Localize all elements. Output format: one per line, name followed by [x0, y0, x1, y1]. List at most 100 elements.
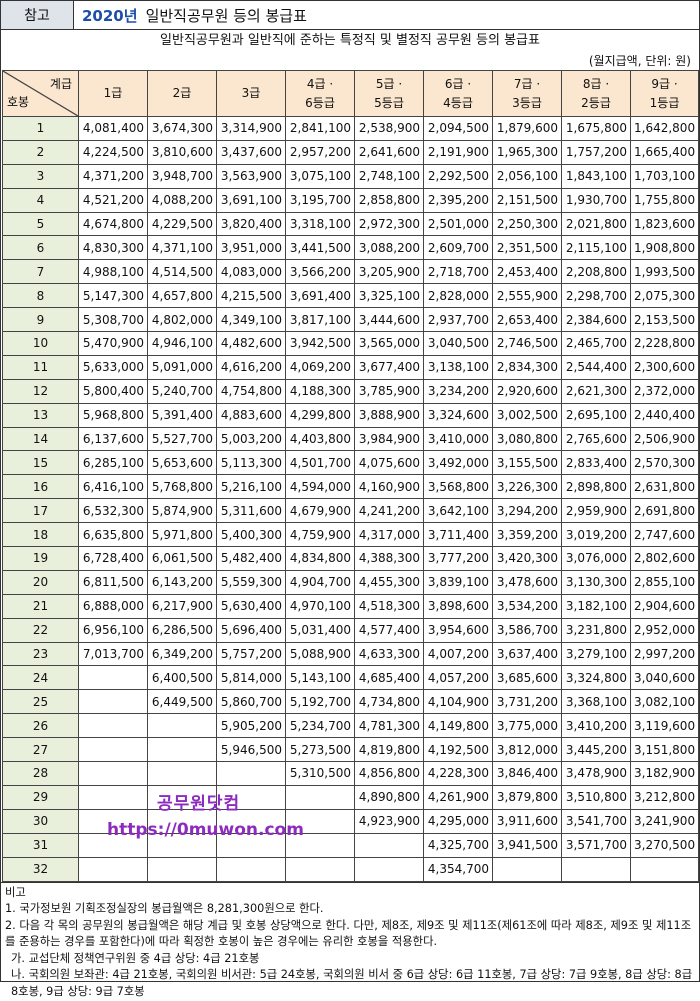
- salary-cell: 5,968,800: [78, 402, 148, 428]
- salary-cell: 2,151,500: [492, 187, 562, 213]
- salary-cell: 4,088,200: [147, 187, 217, 213]
- step-number-cell: 13: [2, 402, 79, 428]
- table-row: 22 6,956,100 6,286,500 5,696,400 5,031,400 4,…: [2, 617, 699, 643]
- column-header: 5급 · 5등급: [354, 70, 424, 117]
- table-row: 28 5,310,500 4,856,800 4,228,300 3,846,400 3,…: [2, 761, 699, 786]
- salary-cell: 2,384,600: [561, 307, 631, 333]
- salary-cell: 3,437,600: [216, 139, 286, 165]
- salary-cell: 3,195,700: [285, 187, 355, 213]
- salary-cell: [354, 856, 424, 882]
- salary-cell: 3,410,200: [561, 713, 631, 739]
- step-number-cell: 17: [2, 498, 79, 524]
- salary-cell: 4,946,100: [147, 331, 217, 356]
- salary-cell: 2,959,900: [561, 498, 631, 524]
- table-row: 10 5,470,900 4,946,100 4,482,600 3,942,500 3,…: [2, 331, 699, 356]
- salary-cell: 4,455,300: [354, 569, 424, 595]
- salary-cell: 3,441,500: [285, 235, 355, 261]
- salary-cell: 5,470,900: [78, 331, 148, 356]
- step-number-cell: 20: [2, 569, 79, 595]
- salary-cell: 4,371,200: [78, 163, 148, 189]
- salary-cell: 2,997,200: [630, 641, 699, 667]
- remarks-heading: 비고: [5, 885, 26, 899]
- salary-cell: [561, 856, 631, 882]
- salary-cell: 3,410,000: [423, 426, 493, 452]
- salary-cell: 2,250,300: [492, 211, 562, 237]
- salary-cell: 5,874,900: [147, 498, 217, 524]
- salary-cell: 4,403,800: [285, 426, 355, 452]
- salary-cell: 3,510,800: [561, 784, 631, 810]
- salary-cell: 3,212,800: [630, 784, 699, 810]
- salary-cell: 4,819,800: [354, 737, 424, 763]
- salary-cell: 2,957,200: [285, 139, 355, 165]
- salary-cell: 4,679,900: [285, 498, 355, 524]
- salary-cell: 2,718,700: [423, 259, 493, 285]
- salary-cell: [78, 737, 148, 763]
- table-row: 21 6,888,000 6,217,900 5,630,400 4,970,100 4,…: [2, 593, 699, 619]
- salary-cell: 5,234,700: [285, 713, 355, 739]
- salary-cell: 3,119,600: [630, 713, 699, 739]
- salary-cell: 3,777,200: [423, 546, 493, 571]
- salary-cell: 1,908,800: [630, 235, 699, 261]
- remark-item: 가. 교섭단체 정책연구위원 중 4급 상당: 4급 21호봉: [11, 951, 260, 965]
- salary-cell: 4,083,000: [216, 259, 286, 285]
- step-number-cell: 10: [2, 331, 79, 356]
- salary-cell: 2,855,100: [630, 569, 699, 595]
- remark-item: 1. 국가정보원 기획조정실장의 봉급월액은 8,281,300원으로 한다.: [5, 902, 324, 916]
- salary-cell: 4,228,300: [423, 761, 493, 786]
- table-row: 15 6,285,100 5,653,600 5,113,300 4,501,700 4,…: [2, 450, 699, 476]
- salary-table-body: 1 4,081,400 3,674,300 3,314,900 2,841,100 2,5…: [2, 116, 699, 882]
- salary-cell: 4,657,800: [147, 283, 217, 309]
- salary-cell: 3,492,000: [423, 450, 493, 476]
- table-row: 9 5,308,700 4,802,000 4,349,100 3,817,100 3,4…: [2, 307, 699, 333]
- salary-cell: [78, 784, 148, 810]
- column-header: 2급: [147, 70, 217, 117]
- salary-cell: 3,080,800: [492, 426, 562, 452]
- step-number-cell: 1: [2, 116, 79, 141]
- salary-cell: 4,856,800: [354, 761, 424, 786]
- salary-cell: [78, 713, 148, 739]
- salary-cell: 4,075,600: [354, 450, 424, 476]
- salary-cell: [630, 856, 699, 882]
- salary-cell: 5,905,200: [216, 713, 286, 739]
- salary-cell: 4,521,200: [78, 187, 148, 213]
- table-row: 19 6,728,400 6,061,500 5,482,400 4,834,800 4,…: [2, 546, 699, 571]
- watermark-site-name: 공무원닷컴: [157, 794, 241, 814]
- step-number-cell: 7: [2, 259, 79, 285]
- salary-cell: 1,823,600: [630, 211, 699, 237]
- pay-table-page: 참고 2020년 일반직공무원 등의 봉급표 일반직공무원과 일반직에 준하는 …: [0, 0, 700, 998]
- salary-cell: 2,858,800: [354, 187, 424, 213]
- salary-cell: 3,294,200: [492, 498, 562, 524]
- title-year: 2020년: [82, 6, 138, 25]
- salary-cell: 2,748,100: [354, 163, 424, 189]
- table-row: 3 4,371,200 3,948,700 3,563,900 3,075,100 2,7…: [2, 163, 699, 189]
- salary-cell: 5,113,300: [216, 450, 286, 476]
- salary-cell: 5,527,700: [147, 426, 217, 452]
- salary-cell: 5,240,700: [147, 378, 217, 404]
- table-row: 16 6,416,100 5,768,800 5,216,100 4,594,000 4,…: [2, 474, 699, 500]
- salary-cell: 4,754,800: [216, 378, 286, 404]
- table-row: 18 6,635,800 5,971,800 5,400,300 4,759,900 4,…: [2, 522, 699, 548]
- salary-cell: [78, 689, 148, 715]
- salary-cell: 3,810,600: [147, 139, 217, 165]
- salary-cell: 3,151,800: [630, 737, 699, 763]
- salary-cell: 6,416,100: [78, 474, 148, 500]
- step-number-cell: 4: [2, 187, 79, 213]
- salary-cell: 4,188,300: [285, 378, 355, 404]
- salary-cell: 4,295,000: [423, 808, 493, 834]
- salary-cell: 2,191,900: [423, 139, 493, 165]
- salary-cell: 3,359,200: [492, 522, 562, 548]
- salary-cell: 2,555,900: [492, 283, 562, 309]
- salary-cell: 4,518,300: [354, 593, 424, 619]
- table-row: 24 6,400,500 5,814,000 5,143,100 4,685,400 4,…: [2, 665, 699, 691]
- salary-cell: 3,731,200: [492, 689, 562, 715]
- salary-cell: 5,800,400: [78, 378, 148, 404]
- step-number-cell: 12: [2, 378, 79, 404]
- salary-cell: 2,115,100: [561, 235, 631, 261]
- salary-cell: 2,695,100: [561, 402, 631, 428]
- salary-cell: 3,324,600: [423, 402, 493, 428]
- remark-item: 2. 다음 각 목의 공무원의 봉급월액은 해당 계급 및 호봉 상당액으로 한…: [5, 918, 692, 949]
- salary-cell: 4,160,900: [354, 474, 424, 500]
- salary-cell: 5,003,200: [216, 426, 286, 452]
- salary-cell: 7,013,700: [78, 641, 148, 667]
- salary-cell: 4,482,600: [216, 331, 286, 356]
